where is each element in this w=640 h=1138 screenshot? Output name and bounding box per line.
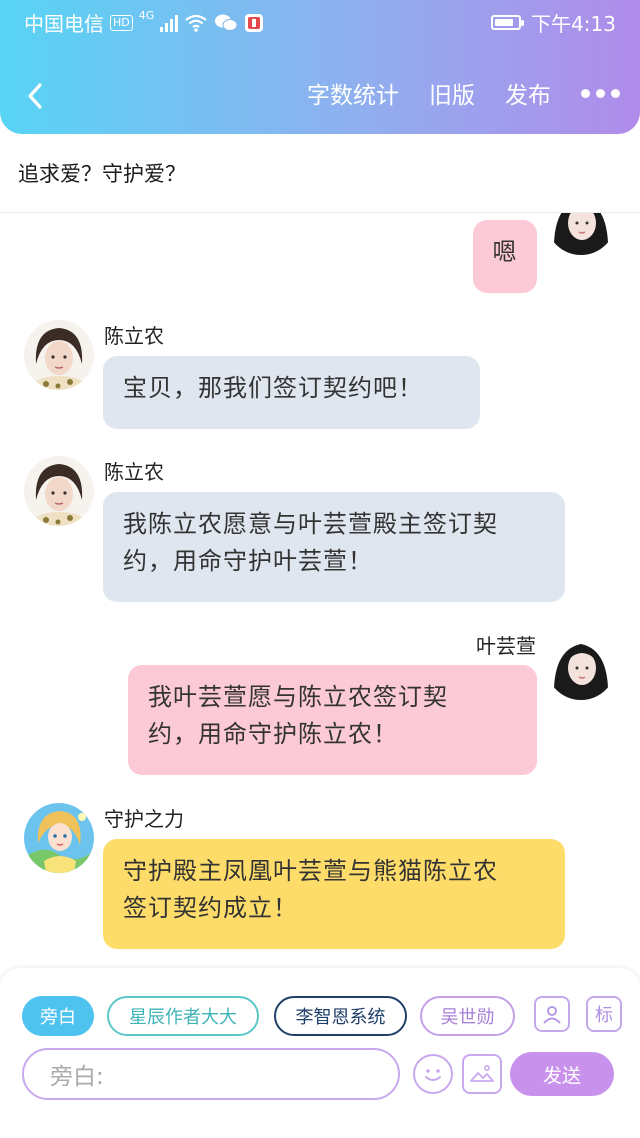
message-text-line: 约，用命守护叶芸萱！	[123, 547, 373, 575]
more-dots-icon[interactable]	[581, 88, 620, 98]
smiley-icon[interactable]	[413, 1054, 453, 1094]
tag-button[interactable]: 标	[586, 996, 622, 1032]
role-chip-narration[interactable]: 旁白	[22, 996, 94, 1036]
image-icon[interactable]	[462, 1054, 502, 1094]
boy-avatar-icon	[24, 320, 94, 390]
message-bubble[interactable]: 我陈立农愿意与叶芸萱殿主签订契 约，用命守护叶芸萱！	[103, 492, 565, 602]
chevron-left-icon	[28, 83, 42, 109]
avatar-shouhuzhili[interactable]	[24, 803, 94, 873]
wechat-icon	[215, 14, 238, 31]
battery-level-fill	[495, 19, 514, 26]
carrier-name: 中国电信	[24, 12, 104, 36]
avatar-yeyunxuan[interactable]	[546, 213, 616, 255]
avatar-chenlinong[interactable]	[24, 456, 94, 526]
message-bubble[interactable]: 守护殿主凤凰叶芸萱与熊猫陈立农 签订契约成立！	[103, 839, 565, 949]
story-title-bar: 追求爱？守护爱？	[0, 134, 640, 213]
nav-actions: 字数统计 旧版 发布	[307, 76, 620, 110]
speaker-name: 守护之力	[104, 807, 184, 831]
speaker-name: 陈立农	[104, 460, 164, 484]
old-version-button[interactable]: 旧版	[429, 76, 475, 110]
role-chip-system[interactable]: 李智恩系统	[274, 996, 407, 1036]
speaker-name: 叶芸萱	[476, 634, 536, 658]
message-text-line: 我叶芸萱愿与陈立农签订契	[148, 683, 448, 711]
girl-avatar-icon	[546, 630, 616, 700]
hd-badge: HD	[110, 14, 133, 31]
avatar-chenlinong[interactable]	[24, 320, 94, 390]
composer-panel: 旁白 星辰作者大大 李智恩系统 吴世勋 标 旁白: 发送	[0, 968, 640, 1138]
person-icon	[543, 1006, 561, 1024]
word-count-button[interactable]: 字数统计	[307, 76, 399, 110]
girl-avatar-icon	[546, 213, 616, 255]
message-text-line: 签订契约成立！	[123, 894, 298, 922]
clock: 下午4:13	[531, 12, 616, 36]
input-placeholder: 旁白:	[50, 1064, 104, 1090]
battery-icon	[491, 15, 525, 30]
contact-card-icon[interactable]	[534, 996, 570, 1032]
app-notification-icon	[245, 13, 264, 32]
message-input[interactable]: 旁白:	[22, 1048, 400, 1100]
speaker-name: 陈立农	[104, 324, 164, 348]
message-text-line: 守护殿主凤凰叶芸萱与熊猫陈立农	[123, 857, 498, 885]
status-left: 中国电信 HD 4G	[24, 8, 264, 37]
boy-avatar-icon	[24, 456, 94, 526]
message-text: 嗯	[492, 238, 518, 266]
signal-icon	[160, 14, 179, 32]
app-header: 中国电信 HD 4G 下午4:13 字数统计 旧版 发布	[0, 0, 640, 134]
back-button[interactable]	[20, 76, 50, 116]
publish-button[interactable]: 发布	[505, 76, 551, 110]
message-bubble[interactable]: 宝贝，那我们签订契约吧！	[103, 356, 480, 429]
tag-label: 标	[595, 1005, 613, 1026]
message-text-line: 我陈立农愿意与叶芸萱殿主签订契	[123, 510, 498, 538]
status-right: 下午4:13	[491, 8, 616, 37]
message-bubble[interactable]: 我叶芸萱愿与陈立农签订契 约，用命守护陈立农！	[128, 665, 537, 775]
story-title[interactable]: 追求爱？守护爱？	[18, 158, 186, 188]
wifi-icon	[185, 14, 207, 32]
chat-area[interactable]: 嗯 陈立农 宝贝，那我们签订契约吧！ 陈立农 我陈立农愿意与叶芸萱殿主签订契 约…	[0, 213, 640, 970]
nav-bar: 字数统计 旧版 发布	[0, 70, 640, 124]
avatar-yeyunxuan[interactable]	[546, 630, 616, 700]
message-text-line: 约，用命守护陈立农！	[148, 720, 398, 748]
fairy-avatar-icon	[24, 803, 94, 873]
message-bubble[interactable]: 嗯	[473, 220, 537, 293]
role-chip-author[interactable]: 星辰作者大大	[107, 996, 259, 1036]
message-text: 宝贝，那我们签订契约吧！	[123, 374, 423, 402]
role-chip-wushixun[interactable]: 吴世勋	[420, 996, 515, 1036]
send-button[interactable]: 发送	[510, 1052, 614, 1096]
network-type: 4G	[138, 9, 155, 22]
status-bar: 中国电信 HD 4G 下午4:13	[0, 0, 640, 44]
